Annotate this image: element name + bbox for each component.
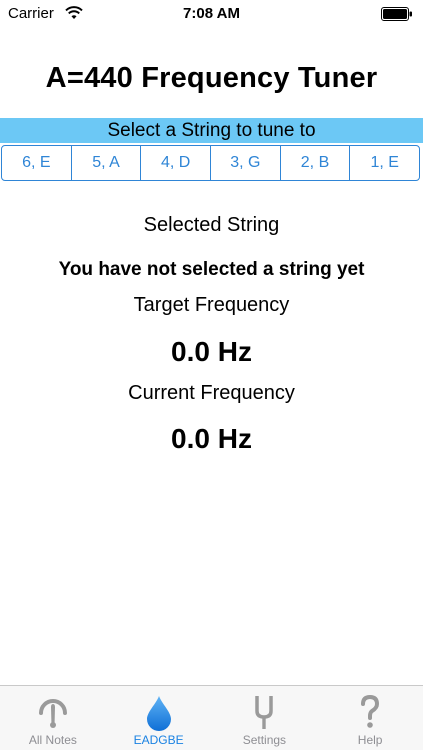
battery-icon — [381, 7, 412, 21]
select-string-banner: Select a String to tune to — [0, 118, 423, 143]
string-2-b-button[interactable]: 2, B — [281, 146, 351, 180]
status-bar: Carrier 7:08 AM — [0, 0, 423, 28]
tab-all-notes[interactable]: All Notes — [0, 686, 106, 750]
tab-help[interactable]: Help — [317, 686, 423, 750]
target-frequency-value: 0.0 Hz — [171, 336, 252, 367]
string-6-e-button[interactable]: 6, E — [2, 146, 72, 180]
string-5-a-button[interactable]: 5, A — [72, 146, 142, 180]
target-frequency-label: Target Frequency — [133, 294, 290, 316]
tab-eadgbe[interactable]: EADGBE — [106, 686, 212, 750]
string-4-d-button[interactable]: 4, D — [141, 146, 212, 180]
current-frequency-value: 0.0 Hz — [171, 423, 252, 454]
gauge-icon — [38, 699, 67, 728]
tab-eadgbe-label: EADGBE — [133, 733, 184, 747]
drop-icon — [146, 696, 171, 731]
tab-bar: All Notes EADGBE Settings Help — [0, 685, 423, 750]
app-title: A=440 Frequency Tuner — [45, 62, 378, 94]
selected-string-value: You have not selected a string yet — [58, 259, 365, 280]
tuning-fork-icon — [255, 696, 274, 729]
string-selector: 6, E 5, A 4, D 3, G 2, B 1, E — [1, 145, 420, 181]
tab-settings-label: Settings — [242, 733, 287, 747]
tab-all-notes-label: All Notes — [28, 733, 77, 747]
status-time: 7:08 AM — [183, 5, 240, 22]
tab-help-label: Help — [357, 733, 383, 747]
tab-settings[interactable]: Settings — [212, 686, 318, 750]
screen: Carrier 7:08 AM A=440 Frequency Tuner Se… — [0, 0, 423, 750]
string-3-g-button[interactable]: 3, G — [211, 146, 281, 180]
selected-string-label: Selected String — [143, 214, 280, 236]
question-icon — [361, 694, 380, 728]
string-1-e-button[interactable]: 1, E — [350, 146, 419, 180]
current-frequency-label: Current Frequency — [128, 382, 295, 404]
